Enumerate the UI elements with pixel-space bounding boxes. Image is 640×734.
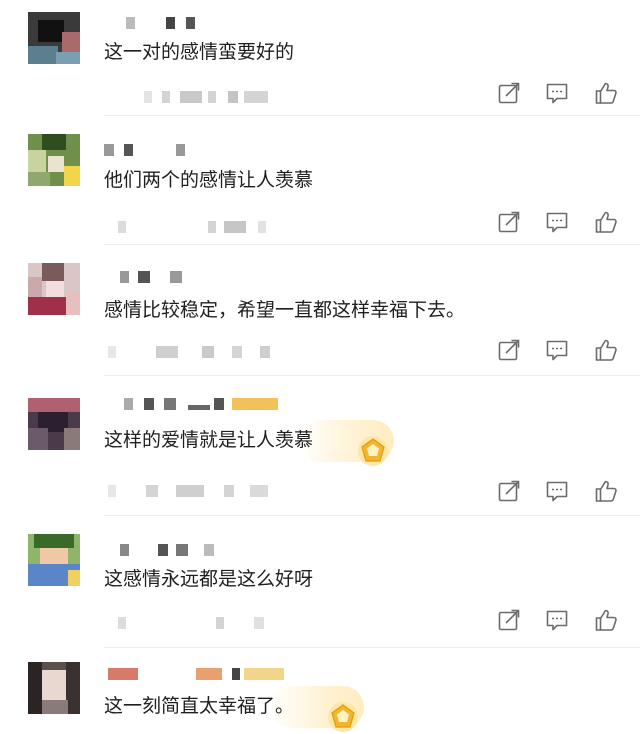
avatar[interactable] <box>28 12 80 64</box>
like-icon[interactable] <box>593 478 619 504</box>
comment-text: 这一对的感情蛮要好的 <box>104 41 295 63</box>
share-icon[interactable] <box>496 607 522 633</box>
medal-badge-icon <box>328 702 358 732</box>
medal-badge-icon <box>358 436 388 466</box>
comment-text: 这感情永远都是这么好呀 <box>104 568 314 590</box>
share-icon[interactable] <box>496 209 522 235</box>
reply-icon[interactable] <box>544 478 570 504</box>
comment-meta-obscured <box>104 614 304 632</box>
comment-meta-obscured <box>104 218 304 236</box>
share-icon[interactable] <box>496 80 522 106</box>
like-icon[interactable] <box>593 337 619 363</box>
comment-meta-obscured <box>104 482 304 500</box>
like-icon[interactable] <box>593 607 619 633</box>
share-icon[interactable] <box>496 337 522 363</box>
reply-icon[interactable] <box>544 337 570 363</box>
avatar[interactable] <box>28 398 80 450</box>
comment-item: 感情比较稳定，希望一直都这样幸福下去。 <box>0 245 640 375</box>
comment-meta-obscured <box>104 88 304 106</box>
like-icon[interactable] <box>593 80 619 106</box>
comment-meta-obscured <box>104 343 304 361</box>
reply-icon[interactable] <box>544 80 570 106</box>
avatar[interactable] <box>28 534 80 586</box>
like-icon[interactable] <box>593 209 619 235</box>
comment-item: 这样的爱情就是让人羡慕 <box>0 376 640 515</box>
comment-item: 这感情永远都是这么好呀 <box>0 516 640 647</box>
avatar[interactable] <box>28 662 80 714</box>
comment-text: 这一刻简直太幸福了。 <box>104 695 295 717</box>
share-icon[interactable] <box>496 478 522 504</box>
comment-text: 感情比较稳定，希望一直都这样幸福下去。 <box>104 299 466 321</box>
avatar[interactable] <box>28 263 80 315</box>
comment-item: 这一对的感情蛮要好的 <box>0 0 640 115</box>
reply-icon[interactable] <box>544 209 570 235</box>
reply-icon[interactable] <box>544 607 570 633</box>
comment-text: 他们两个的感情让人羡慕 <box>104 169 314 191</box>
comment-item: 他们两个的感情让人羡慕 <box>0 116 640 244</box>
avatar[interactable] <box>28 134 80 186</box>
comment-item: 这一刻简直太幸福了。 <box>0 648 640 732</box>
comment-text: 这样的爱情就是让人羡慕 <box>104 429 314 451</box>
